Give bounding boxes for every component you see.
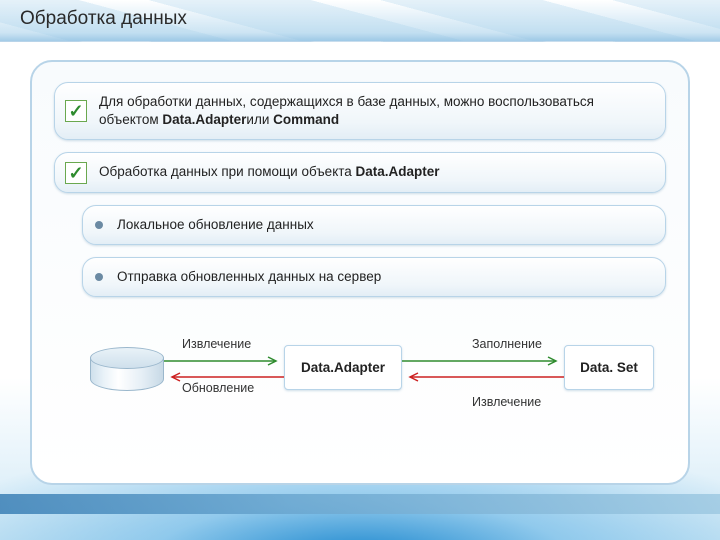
adapter-box: Data.Adapter xyxy=(284,345,402,390)
card1-bold2: Command xyxy=(273,112,339,127)
sub-card-2: Отправка обновленных данных на сервер xyxy=(82,257,666,297)
arrow-dataset-to-adapter xyxy=(402,373,564,381)
sub1-text: Локальное обновление данных xyxy=(117,217,314,232)
card2-bold: Data.Adapter xyxy=(356,164,440,179)
diagram: Извлечение Обновление Заполнение Извлече… xyxy=(54,309,666,427)
dataset-label: Data. Set xyxy=(580,360,638,375)
page-title: Обработка данных xyxy=(20,8,187,30)
dataset-box: Data. Set xyxy=(564,345,654,390)
arrow-db-to-adapter xyxy=(164,357,284,365)
sub2-text: Отправка обновленных данных на сервер xyxy=(117,269,381,284)
bullet-card-2: Обработка данных при помощи объекта Data… xyxy=(54,152,666,192)
card1-mid: или xyxy=(246,112,273,127)
bullet-dot-icon xyxy=(95,273,103,281)
check-icon xyxy=(65,100,87,122)
arrow-adapter-to-dataset xyxy=(402,357,564,365)
label-extract-right: Извлечение xyxy=(472,395,541,409)
adapter-label: Data.Adapter xyxy=(301,360,385,375)
label-fill-right: Заполнение xyxy=(472,337,542,351)
arrow-adapter-to-db xyxy=(164,373,284,381)
sub-card-1: Локальное обновление данных xyxy=(82,205,666,245)
database-icon xyxy=(90,347,164,391)
label-update-left: Обновление xyxy=(182,381,254,395)
bullet-card-1: Для обработки данных, содержащихся в баз… xyxy=(54,82,666,140)
card1-bold1: Data.Adapter xyxy=(162,112,246,127)
bullet-dot-icon xyxy=(95,221,103,229)
card2-text: Обработка данных при помощи объекта xyxy=(99,164,356,179)
check-icon xyxy=(65,162,87,184)
label-extract-left: Извлечение xyxy=(182,337,251,351)
footer-band xyxy=(0,494,720,514)
main-panel: Для обработки данных, содержащихся в баз… xyxy=(30,60,690,485)
